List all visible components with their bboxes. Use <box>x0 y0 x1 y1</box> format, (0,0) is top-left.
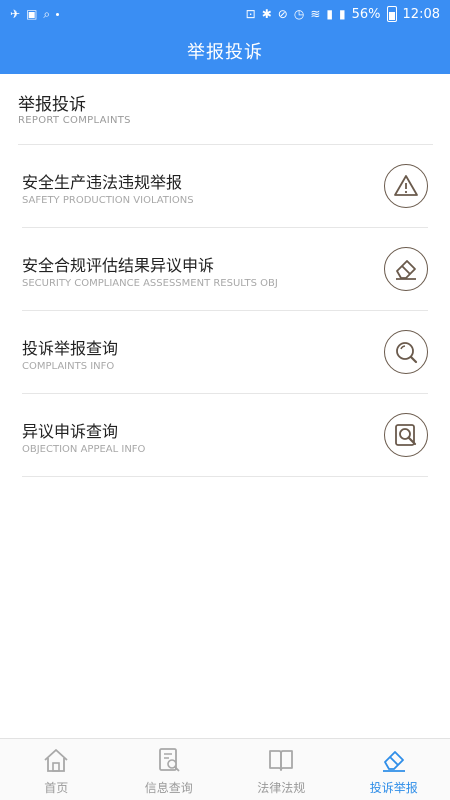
complaint-options-list: 安全生产违法违规举报 SAFETY PRODUCTION VIOLATIONS … <box>22 145 428 477</box>
battery-percent: 56% <box>351 6 381 22</box>
list-item-complaint-query[interactable]: 投诉举报查询 COMPLAINTS INFO <box>22 311 428 394</box>
notification-icon: ✈ <box>10 7 21 21</box>
bottom-nav: 首页 信息查询 法律法规 投诉举报 <box>0 738 450 800</box>
status-left: ✈ ▣ ⌕ <box>10 7 60 21</box>
signal-icon: ▮ <box>326 7 334 21</box>
list-item-subtitle: OBJECTION APPEAL INFO <box>22 444 146 455</box>
list-item-safety-violation-report[interactable]: 安全生产违法违规举报 SAFETY PRODUCTION VIOLATIONS <box>22 145 428 228</box>
nav-tab-label: 首页 <box>44 781 69 795</box>
sync-icon: ⊡ <box>245 7 256 21</box>
search-notification-icon: ⌕ <box>43 7 51 21</box>
nav-tab-label: 法律法规 <box>257 781 306 795</box>
list-item-appeal-query[interactable]: 异议申诉查询 OBJECTION APPEAL INFO <box>22 394 428 477</box>
bluetooth-icon: ✱ <box>261 7 272 21</box>
nav-tab-label: 投诉举报 <box>369 781 418 795</box>
wifi-icon: ≋ <box>310 7 321 21</box>
list-item-title: 安全合规评估结果异议申诉 <box>22 256 215 275</box>
section-subtitle: REPORT COMPLAINTS <box>18 115 131 126</box>
eraser-icon <box>384 247 428 291</box>
list-item-title: 安全生产违法违规举报 <box>22 173 183 192</box>
list-item-title: 投诉举报查询 <box>22 339 119 358</box>
search-icon <box>384 330 428 374</box>
warning-icon <box>384 164 428 208</box>
status-bar: ✈ ▣ ⌕ ⊡ ✱ ⊘ ◷ ≋ ▮ ▮ 56% 12:08 <box>0 0 450 28</box>
section-title: 举报投诉 <box>18 95 86 115</box>
alarm-icon: ◷ <box>293 7 305 21</box>
report-icon <box>380 747 408 773</box>
signal-icon-2: ▮ <box>339 7 346 21</box>
list-item-title: 异议申诉查询 <box>22 422 119 441</box>
list-item-subtitle: SECURITY COMPLIANCE ASSESSMENT RESULTS O… <box>22 278 278 289</box>
clock: 12:08 <box>402 6 440 22</box>
more-notifications-icon <box>56 12 60 16</box>
battery-icon <box>386 6 397 22</box>
page-title: 举报投诉 <box>187 42 263 63</box>
list-item-subtitle: SAFETY PRODUCTION VIOLATIONS <box>22 195 194 206</box>
mute-icon: ⊘ <box>277 7 288 21</box>
nav-tab-label: 信息查询 <box>144 781 193 795</box>
app-notification-icon: ▣ <box>26 7 38 21</box>
status-right: ⊡ ✱ ⊘ ◷ ≋ ▮ ▮ 56% 12:08 <box>246 6 440 22</box>
list-item-compliance-appeal[interactable]: 安全合规评估结果异议申诉 SECURITY COMPLIANCE ASSESSM… <box>22 228 428 311</box>
home-icon <box>42 747 70 773</box>
app-bar: 举报投诉 <box>0 28 450 74</box>
book-icon <box>267 747 295 773</box>
nav-tab-home[interactable]: 首页 <box>0 739 113 800</box>
list-item-subtitle: COMPLAINTS INFO <box>22 361 115 372</box>
nav-tab-info-query[interactable]: 信息查询 <box>113 739 226 800</box>
doc-search-icon <box>384 413 428 457</box>
nav-tab-laws[interactable]: 法律法规 <box>225 739 338 800</box>
nav-tab-report[interactable]: 投诉举报 <box>338 739 450 800</box>
info-search-icon <box>155 747 183 773</box>
